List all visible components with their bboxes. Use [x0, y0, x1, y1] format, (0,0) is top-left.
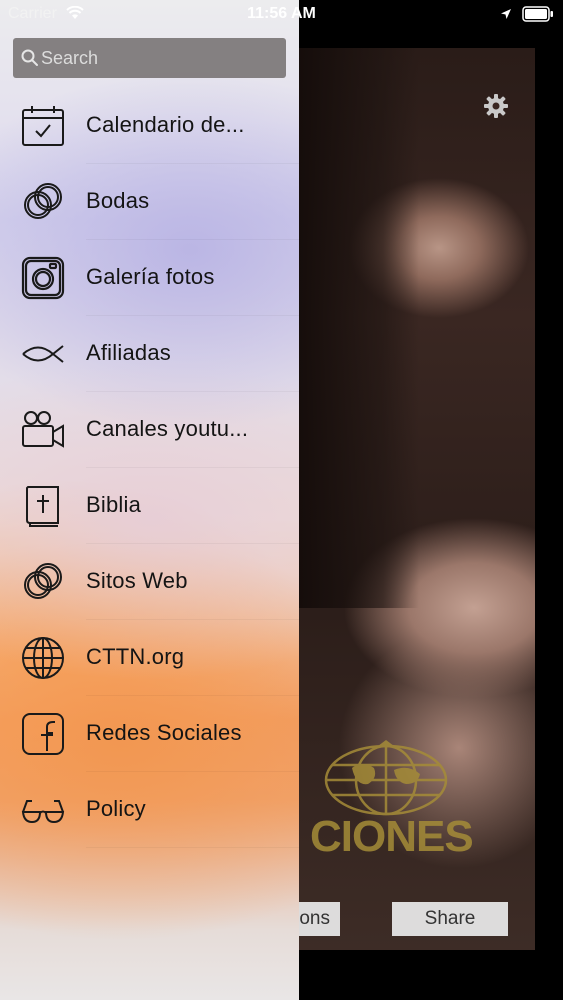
menu-item-biblia[interactable]: Biblia	[0, 468, 299, 544]
logo-text: CIONES	[310, 812, 474, 861]
menu-item-label: Galería fotos	[86, 264, 215, 289]
status-bar: Carrier 11:56 AM	[0, 0, 563, 30]
menu-item-label: Policy	[86, 796, 146, 821]
links-icon	[20, 559, 66, 605]
camera-icon	[20, 255, 66, 301]
side-menu: Calendario de... Bodas	[0, 0, 299, 1000]
calendar-icon	[20, 103, 66, 149]
menu-item-afiliadas[interactable]: Afiliadas	[0, 316, 299, 392]
rings-icon	[20, 179, 66, 225]
menu-item-galeria-fotos[interactable]: Galería fotos	[0, 240, 299, 316]
menu-item-bodas[interactable]: Bodas	[0, 164, 299, 240]
share-button[interactable]: Share	[392, 902, 508, 936]
menu-item-label: Canales youtu...	[86, 416, 249, 441]
glasses-icon	[20, 787, 66, 833]
search-icon	[21, 49, 39, 72]
menu-item-canales-youtube[interactable]: Canales youtu...	[0, 392, 299, 468]
bible-icon	[20, 483, 66, 529]
fish-icon	[20, 331, 66, 377]
search-input[interactable]	[41, 38, 281, 78]
menu-item-label: Sitos Web	[86, 568, 188, 593]
menu-item-sitos-web[interactable]: Sitos Web	[0, 544, 299, 620]
search-bar[interactable]	[13, 38, 286, 78]
settings-gear-icon[interactable]	[482, 92, 510, 120]
menu-item-label: CTTN.org	[86, 644, 185, 669]
location-arrow-icon	[500, 7, 512, 25]
ministry-logo: CIONES	[300, 740, 474, 870]
battery-icon	[522, 6, 554, 27]
globe-logo-icon	[324, 740, 448, 816]
menu-item-label: Redes Sociales	[86, 720, 242, 745]
facebook-icon	[20, 711, 66, 757]
photo-shadow	[299, 48, 419, 608]
menu-item-label: Afiliadas	[86, 340, 171, 365]
menu-item-redes-sociales[interactable]: Redes Sociales	[0, 696, 299, 772]
menu-item-policy[interactable]: Policy	[0, 772, 299, 848]
menu-item-label: Biblia	[86, 492, 142, 517]
globe-icon	[20, 635, 66, 681]
menu-item-cttn-org[interactable]: CTTN.org	[0, 620, 299, 696]
menu-item-label: Calendario de...	[86, 112, 245, 137]
menu-item-label: Bodas	[86, 188, 150, 213]
video-camera-icon	[20, 407, 66, 453]
menu-item-calendario[interactable]: Calendario de...	[0, 88, 299, 164]
clock: 11:56 AM	[247, 5, 316, 22]
menu-list: Calendario de... Bodas Galería fotos Afi…	[0, 88, 299, 848]
